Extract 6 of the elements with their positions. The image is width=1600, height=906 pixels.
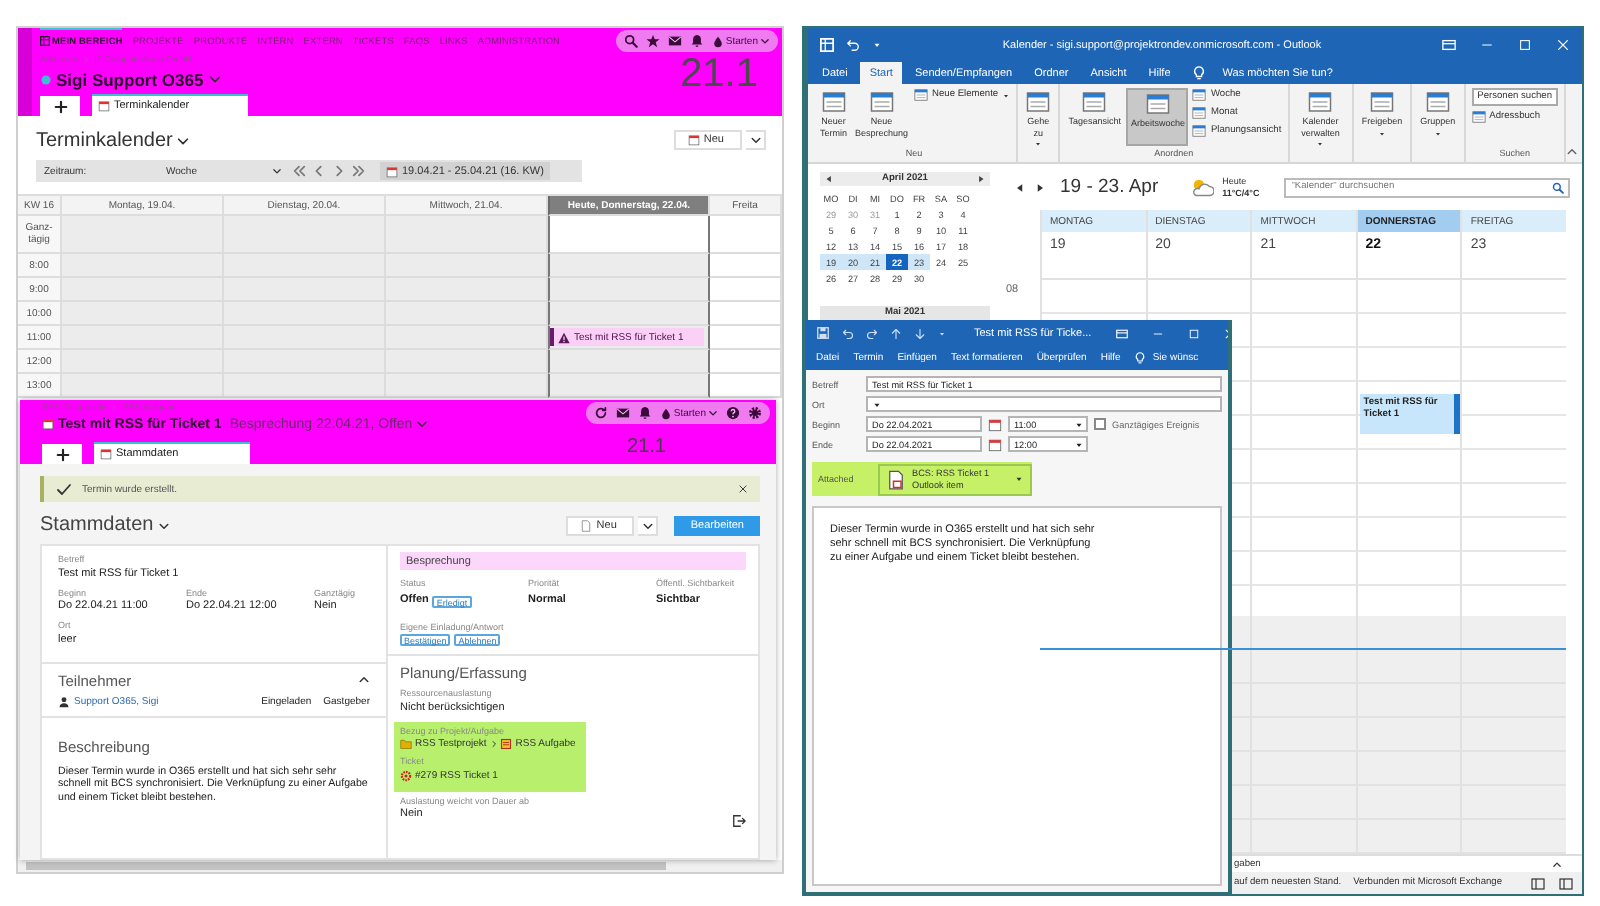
page-title: Terminkalender bbox=[36, 129, 173, 151]
date-range-title: 19 - 23. Apr bbox=[1060, 176, 1159, 198]
version-label: 21.1 bbox=[627, 436, 666, 460]
section-title: Stammdaten bbox=[40, 514, 154, 536]
version-label: 21.1 bbox=[680, 54, 758, 94]
context-title: Sigi Support O365 bbox=[56, 69, 204, 89]
